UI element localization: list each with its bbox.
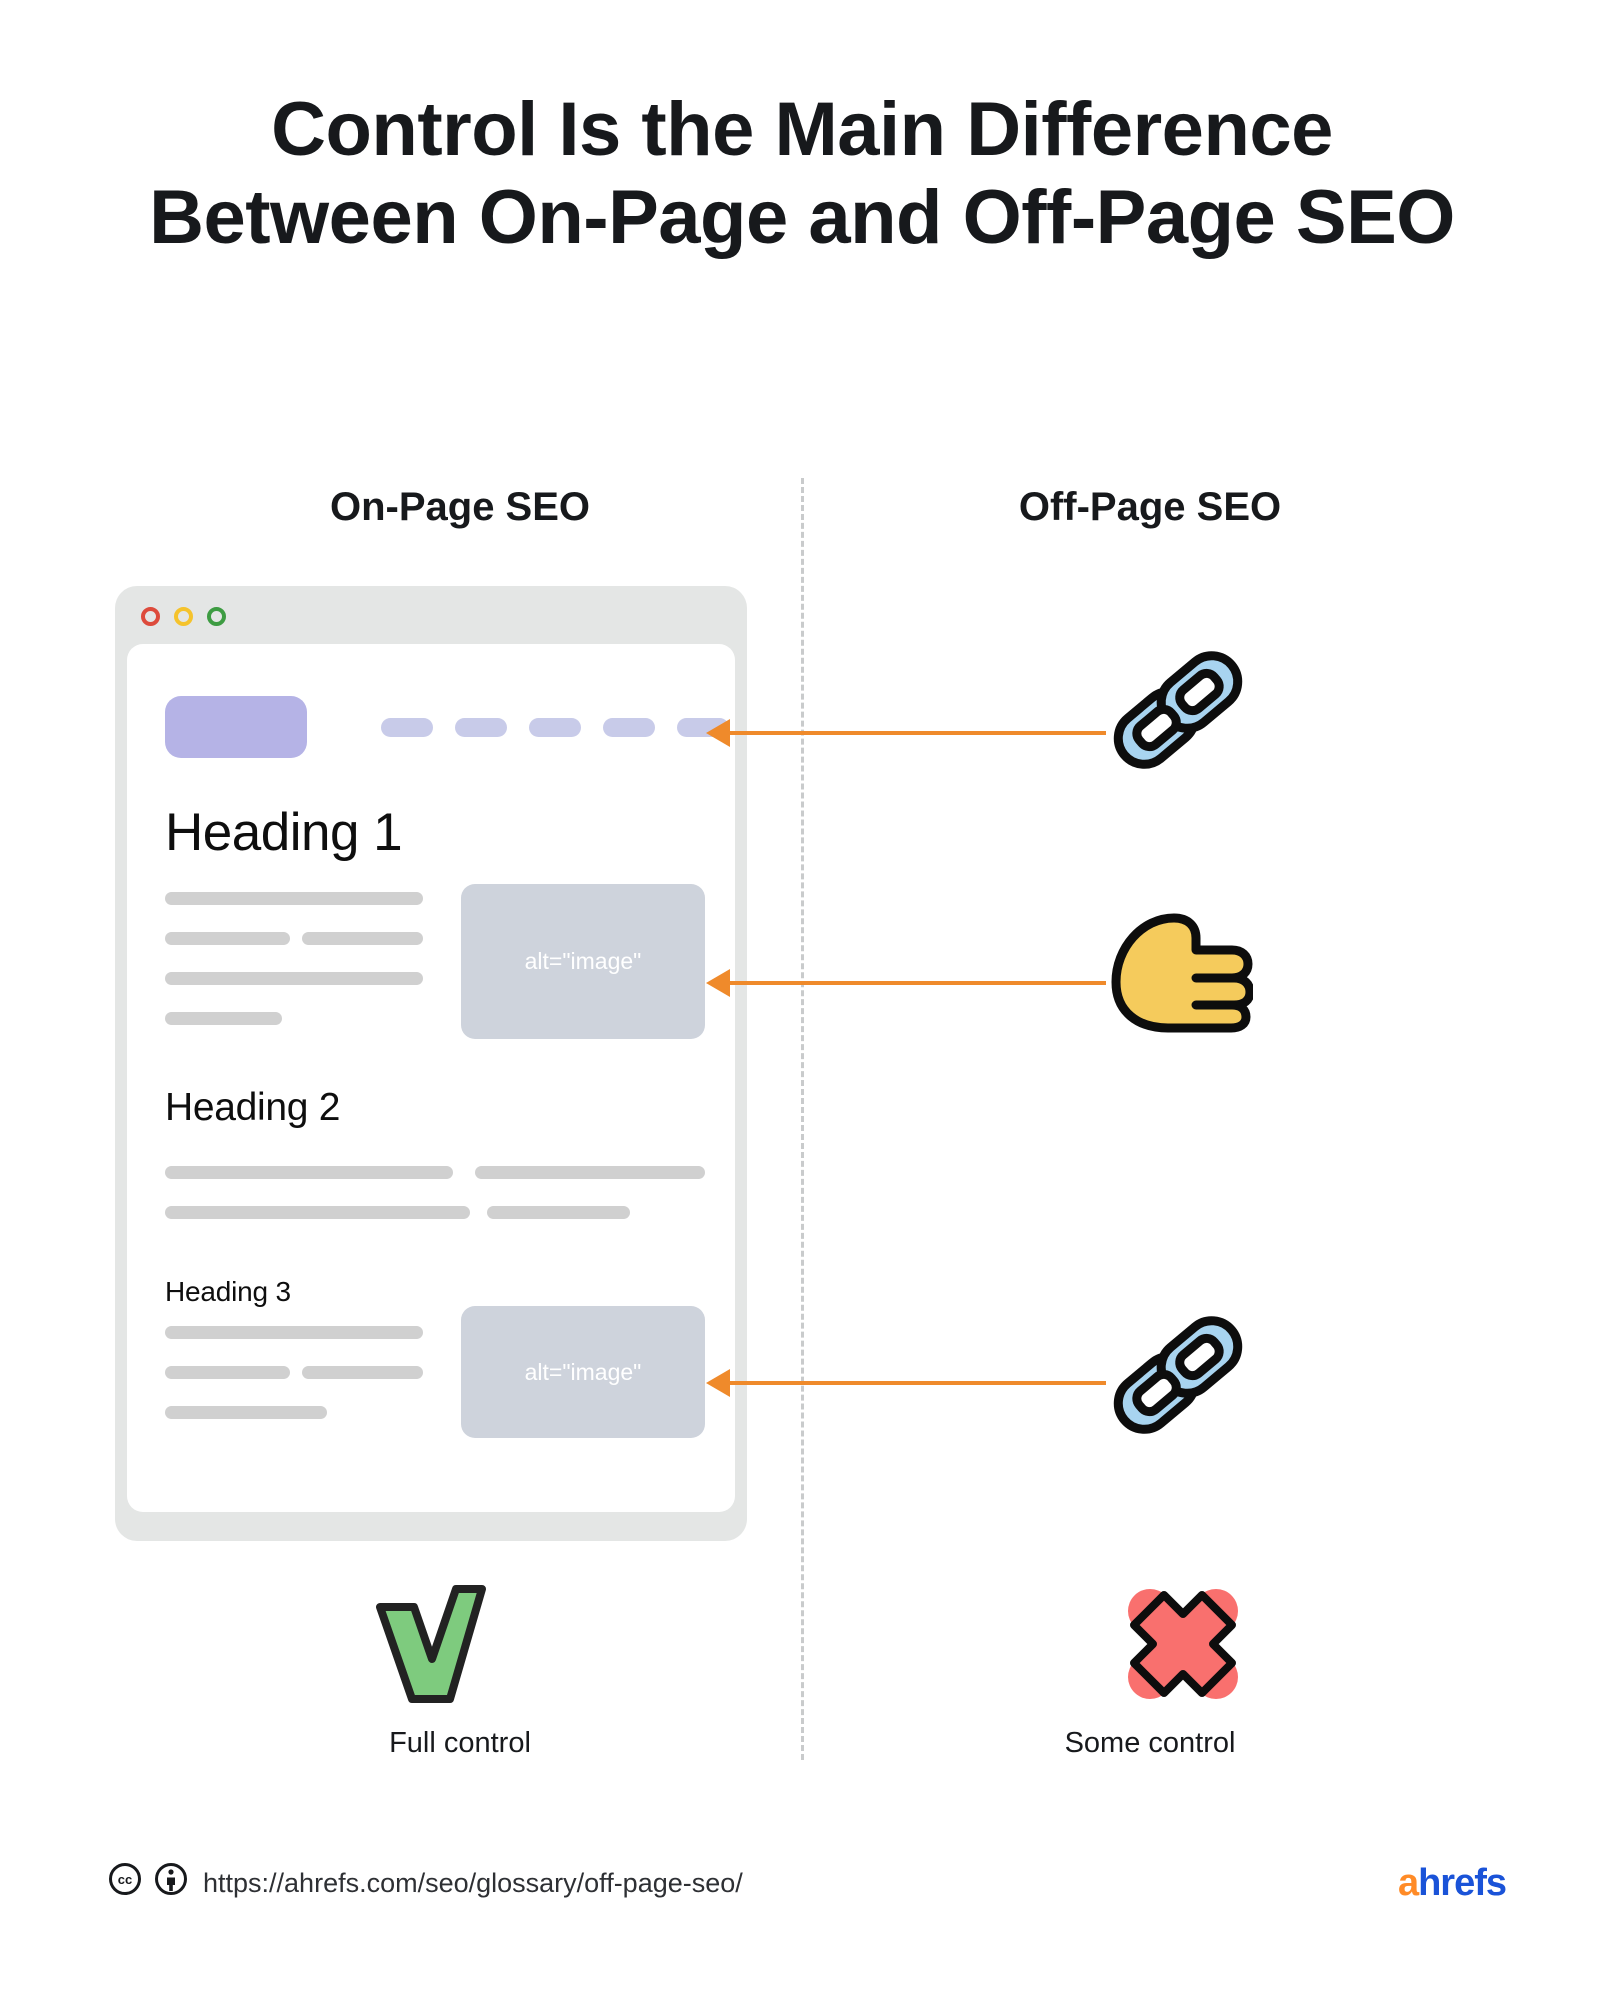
column-heading-off-page: Off-Page SEO [1018,485,1282,529]
infographic-canvas: Control Is the Main Difference Between O… [0,0,1604,1999]
site-nav-placeholder [381,718,729,737]
text-line [165,1206,470,1219]
content-heading-1: Heading 1 [165,803,403,862]
creative-commons-by-icon [154,1862,188,1901]
browser-titlebar [115,586,747,644]
close-dot-icon[interactable] [141,607,160,626]
text-line [165,1406,327,1419]
text-line [487,1206,630,1219]
window-controls [141,607,226,626]
text-line [302,932,423,945]
text-line [165,972,423,985]
creative-commons-icon: cc [108,1862,142,1901]
link-icon [1098,640,1258,785]
nav-pill[interactable] [455,718,507,737]
maximize-dot-icon[interactable] [207,607,226,626]
ahrefs-logo-rest: hrefs [1418,1862,1507,1904]
nav-pill[interactable] [381,718,433,737]
minimize-dot-icon[interactable] [174,607,193,626]
content-heading-3: Heading 3 [165,1276,291,1307]
text-line [475,1166,705,1179]
text-line [165,1166,453,1179]
nav-pill[interactable] [603,718,655,737]
text-line [165,1012,282,1025]
text-line [165,892,423,905]
page-title: Control Is the Main Difference Between O… [149,87,1455,260]
arrow-to-image-3 [706,1366,1106,1400]
text-line [165,1366,290,1379]
content-heading-2: Heading 2 [165,1086,341,1129]
arrow-to-image-1 [706,966,1106,1000]
nav-pill[interactable] [529,718,581,737]
text-line [302,1366,423,1379]
link-icon [1098,1300,1258,1455]
text-line [165,1326,423,1339]
ahrefs-logo-a: a [1397,1862,1419,1904]
browser-viewport: Heading 1 alt="image" Heading 2 Heading … [127,644,735,1512]
ahrefs-logo: ahrefs [1397,1862,1507,1905]
site-logo-placeholder[interactable] [165,696,307,758]
image-placeholder-3: alt="image" [461,1306,705,1438]
browser-mockup: Heading 1 alt="image" Heading 2 Heading … [115,586,747,1541]
svg-text:cc: cc [118,1872,132,1887]
image-placeholder-1: alt="image" [461,884,705,1039]
check-mark-icon [370,1583,490,1710]
hand-pointing-icon [1108,910,1255,1040]
license-badges: cc [108,1862,188,1901]
verdict-label-left: Full control [389,1727,531,1759]
verdict-label-right: Some control [1064,1727,1236,1759]
column-divider [801,478,804,1760]
column-heading-on-page: On-Page SEO [329,485,591,529]
arrow-to-nav [706,716,1106,750]
text-line [165,932,290,945]
source-url[interactable]: https://ahrefs.com/seo/glossary/off-page… [203,1868,743,1899]
cross-mark-icon [1124,1585,1242,1708]
